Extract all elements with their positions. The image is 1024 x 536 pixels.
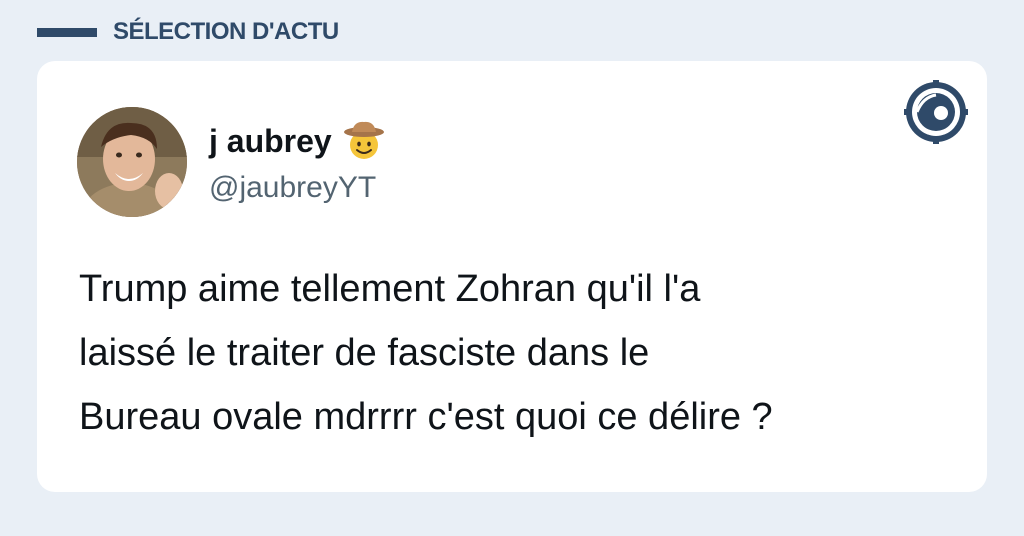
author-name[interactable]: j aubrey [209, 123, 332, 160]
section-header: SÉLECTION D'ACTU [37, 14, 339, 50]
tweet-text: Trump aime tellement Zohran qu'il l'a la… [79, 268, 773, 438]
avatar[interactable] [77, 107, 187, 217]
section-title: SÉLECTION D'ACTU [113, 18, 339, 45]
cowboy-emoji-icon [342, 119, 386, 163]
tweet-card: j aubrey @jaubreyYT Trump aime tellement… [37, 61, 987, 492]
brand-logo-icon [903, 79, 969, 145]
section-accent-bar [37, 27, 97, 37]
author-handle[interactable]: @jaubreyYT [209, 171, 376, 205]
avatar-photo [77, 107, 187, 217]
author-row: j aubrey [209, 119, 386, 163]
